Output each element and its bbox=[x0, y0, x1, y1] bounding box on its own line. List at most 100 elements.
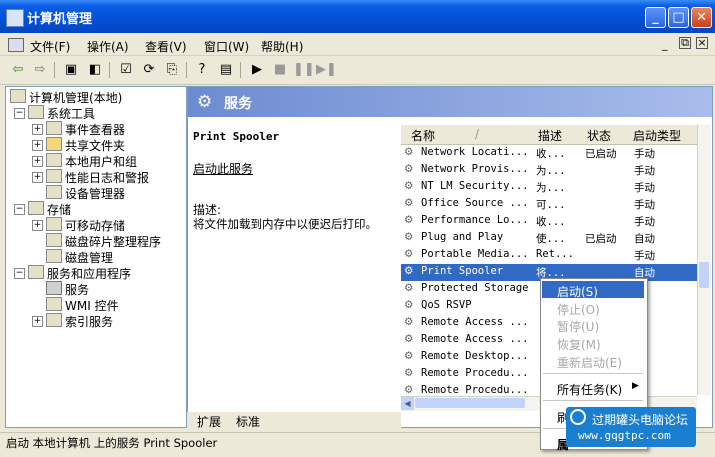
tree-item-indexing[interactable]: 索引服务 bbox=[46, 313, 113, 330]
column-header-status[interactable]: 状态 bbox=[587, 127, 611, 144]
scroll-left-icon[interactable]: ◀ bbox=[401, 397, 414, 410]
table-row[interactable]: ⚙ Network Provis... 为... 手动 bbox=[401, 162, 698, 179]
start-service-link[interactable]: 启动此服务 bbox=[193, 160, 253, 177]
expand-icon[interactable]: + bbox=[32, 220, 43, 231]
tree-item-root[interactable]: 计算机管理(本地) bbox=[10, 89, 122, 106]
tree-item-perf-logs[interactable]: 性能日志和警报 bbox=[46, 169, 149, 186]
restart-icon[interactable]: ▶❚ bbox=[316, 60, 337, 80]
menu-window[interactable]: 窗口(W) bbox=[204, 38, 249, 55]
tab-standard[interactable]: 标准 bbox=[236, 413, 260, 430]
tree-item-disk-management[interactable]: 磁盘管理 bbox=[46, 249, 113, 266]
help-icon[interactable]: ? bbox=[192, 60, 212, 80]
table-row[interactable]: ⚙ Network Locati... 收... 已启动 手动 bbox=[401, 145, 698, 162]
title-bar[interactable] bbox=[0, 0, 715, 33]
tree-item-services-apps[interactable]: 服务和应用程序 bbox=[28, 265, 131, 282]
column-header-name[interactable]: 名称 bbox=[411, 127, 435, 144]
view-icon[interactable]: ▤ bbox=[216, 60, 236, 80]
column-header-description[interactable]: 描述 bbox=[538, 127, 562, 144]
vertical-scrollbar[interactable] bbox=[697, 125, 711, 395]
horizontal-scroll-thumb[interactable] bbox=[415, 398, 525, 408]
disk-icon bbox=[46, 249, 62, 263]
maximize-icon: □ bbox=[672, 10, 685, 25]
mdi-close-button[interactable]: × bbox=[696, 37, 708, 49]
tree-item-wmi[interactable]: WMI 控件 bbox=[46, 297, 119, 314]
expand-icon[interactable]: + bbox=[32, 140, 43, 151]
menu-action[interactable]: 操作(A) bbox=[87, 38, 129, 55]
toolbar-separator bbox=[186, 62, 187, 78]
expand-icon[interactable]: + bbox=[32, 124, 43, 135]
tree-item-device-manager[interactable]: 设备管理器 bbox=[46, 185, 125, 202]
column-header-startup-type[interactable]: 启动类型 bbox=[633, 127, 681, 144]
refresh-icon[interactable]: ⟳ bbox=[139, 60, 159, 80]
up-folder-icon[interactable]: ▣ bbox=[61, 60, 81, 80]
menu-view[interactable]: 查看(V) bbox=[145, 38, 187, 55]
collapse-icon[interactable]: − bbox=[14, 204, 25, 215]
tab-extended[interactable]: 扩展 bbox=[197, 413, 221, 430]
table-row[interactable]: ⚙ Office Source ... 可... 手动 bbox=[401, 196, 698, 213]
service-name-cell: Remote Desktop... bbox=[421, 350, 529, 362]
service-description-cell: 收... bbox=[536, 148, 566, 160]
table-row[interactable]: ⚙ Performance Lo... 收... 手动 bbox=[401, 213, 698, 230]
gear-icon: ⚙ bbox=[404, 214, 414, 226]
close-button[interactable]: ✕ bbox=[691, 7, 712, 28]
gear-icon: ⚙ bbox=[404, 299, 414, 311]
expand-icon[interactable]: + bbox=[32, 156, 43, 167]
tree-item-removable-storage[interactable]: 可移动存储 bbox=[46, 217, 125, 234]
menu-item-resume[interactable]: 恢复(M) bbox=[557, 336, 601, 353]
service-name-cell: Remote Access ... bbox=[421, 316, 529, 328]
services-header-title: 服务 bbox=[224, 96, 252, 112]
gear-icon: ⚙ bbox=[404, 282, 414, 294]
tree-item-local-users[interactable]: 本地用户和组 bbox=[46, 153, 137, 170]
properties-icon[interactable]: ☑ bbox=[116, 60, 136, 80]
back-icon[interactable]: ⇦ bbox=[8, 60, 28, 80]
table-row[interactable]: ⚙ Plug and Play 使... 已启动 自动 bbox=[401, 230, 698, 247]
services-header-band bbox=[188, 87, 712, 117]
menu-help[interactable]: 帮助(H) bbox=[261, 38, 303, 55]
tree-item-services[interactable]: 服务 bbox=[46, 281, 89, 298]
vertical-scroll-thumb[interactable] bbox=[699, 262, 709, 288]
console-tree-icon[interactable]: ◧ bbox=[85, 60, 105, 80]
export-icon[interactable]: ⎘ bbox=[162, 60, 182, 80]
gear-icon: ⚙ bbox=[404, 248, 414, 260]
toolbar bbox=[0, 56, 715, 85]
expand-icon[interactable]: + bbox=[32, 316, 43, 327]
expand-icon[interactable]: + bbox=[32, 172, 43, 183]
service-startup-cell: 手动 bbox=[634, 182, 655, 194]
forward-icon[interactable]: ⇨ bbox=[30, 60, 50, 80]
gear-icon: ⚙ bbox=[197, 92, 213, 112]
service-startup-cell: 手动 bbox=[634, 250, 655, 262]
mdi-restore-button[interactable]: ⧉ bbox=[679, 37, 691, 49]
menu-item-restart[interactable]: 重新启动(E) bbox=[557, 354, 622, 371]
gear-icon: ⚙ bbox=[404, 367, 414, 379]
close-icon: ✕ bbox=[696, 10, 707, 25]
mmc-doc-icon[interactable] bbox=[8, 38, 24, 52]
mdi-minimize-button[interactable]: _ bbox=[662, 38, 668, 51]
stop-icon[interactable]: ■ bbox=[270, 60, 290, 80]
menu-file[interactable]: 文件(F) bbox=[30, 38, 70, 55]
minimize-button[interactable]: _ bbox=[645, 7, 666, 28]
collapse-icon[interactable]: − bbox=[14, 268, 25, 279]
tree-item-storage[interactable]: 存储 bbox=[28, 201, 71, 218]
menu-item-all-tasks[interactable]: 所有任务(K) bbox=[557, 381, 622, 398]
service-name-cell: Remote Access ... bbox=[421, 333, 529, 345]
service-description-cell: 可... bbox=[536, 199, 566, 211]
service-description-cell: Ret... bbox=[536, 248, 574, 260]
tree-item-system-tools[interactable]: 系统工具 bbox=[28, 105, 95, 122]
tree-item-defrag[interactable]: 磁盘碎片整理程序 bbox=[46, 233, 161, 250]
description-text: 将文件加载到内存中以便迟后打印。 bbox=[193, 217, 377, 231]
table-row[interactable]: ⚙ NT LM Security... 为... 手动 bbox=[401, 179, 698, 196]
table-row[interactable]: ⚙ Portable Media... Ret... 手动 bbox=[401, 247, 698, 264]
pause-icon[interactable]: ❚❚ bbox=[293, 60, 315, 80]
toolbar-separator bbox=[54, 62, 55, 78]
menu-item-pause[interactable]: 暂停(U) bbox=[557, 318, 599, 335]
wmi-icon bbox=[46, 297, 62, 311]
menu-item-stop[interactable]: 停止(O) bbox=[557, 301, 600, 318]
maximize-button[interactable]: □ bbox=[668, 7, 689, 28]
collapse-icon[interactable]: − bbox=[14, 108, 25, 119]
play-icon[interactable]: ▶ bbox=[247, 60, 267, 80]
menu-item-start[interactable]: 启动(S) bbox=[557, 283, 598, 300]
tree-item-shared-folders[interactable]: 共享文件夹 bbox=[46, 137, 125, 154]
submenu-arrow-icon: ▶ bbox=[632, 381, 639, 391]
minimize-icon: _ bbox=[652, 10, 659, 25]
tree-item-event-viewer[interactable]: 事件查看器 bbox=[46, 121, 125, 138]
